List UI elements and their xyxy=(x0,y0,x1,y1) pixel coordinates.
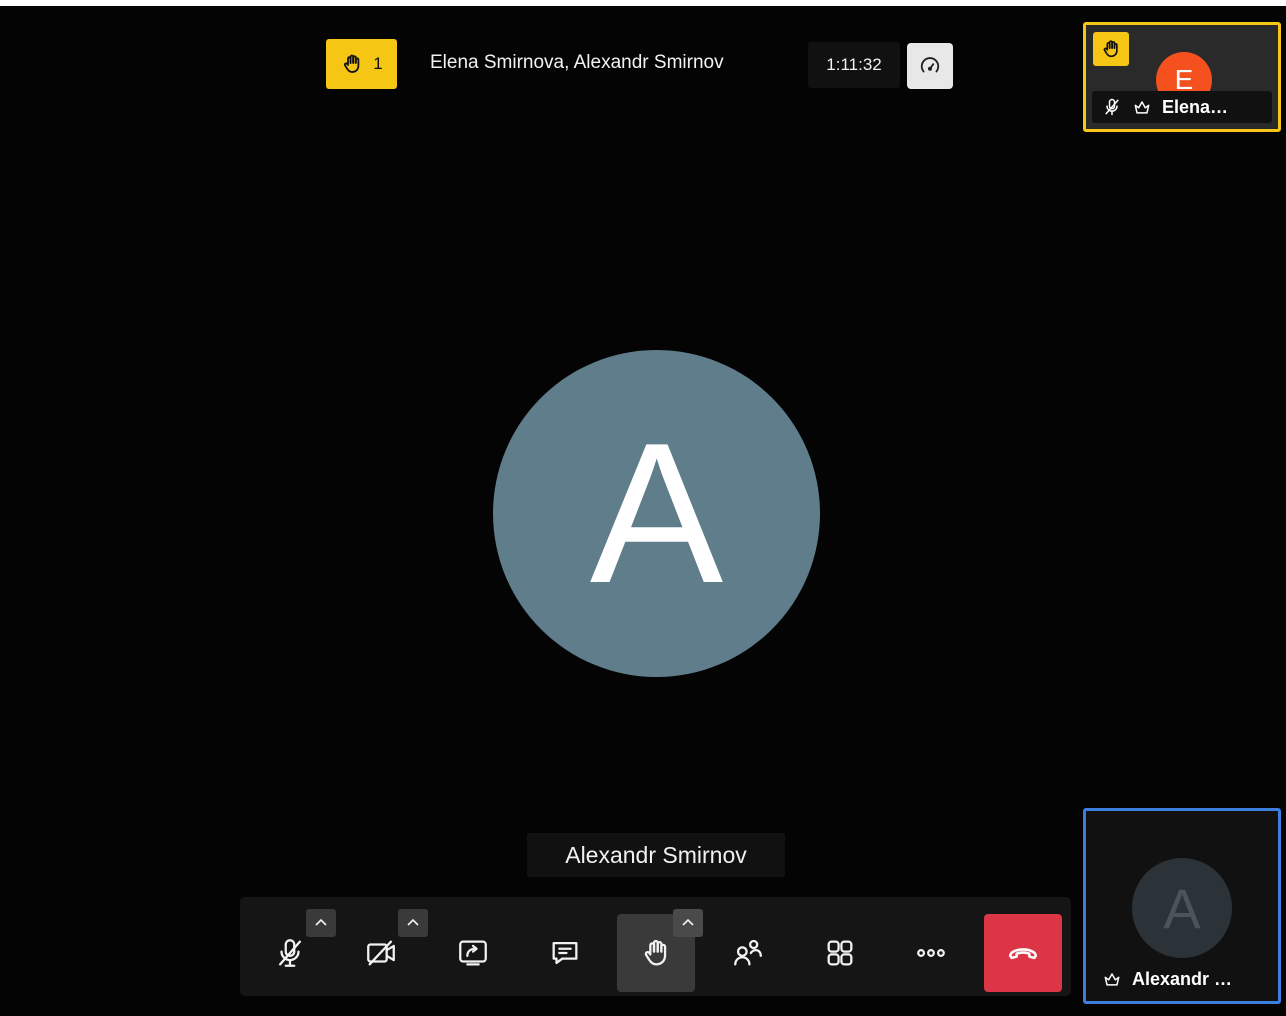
tile-view-button[interactable] xyxy=(801,914,879,992)
participant-name: Alexandr … xyxy=(1132,968,1233,989)
chat-icon xyxy=(552,941,578,965)
participants-icon xyxy=(734,939,762,966)
conference-title: Elena Smirnova, Alexandr Smirnov xyxy=(430,52,724,73)
participants-button[interactable] xyxy=(709,914,787,992)
microphone-muted-icon xyxy=(1105,98,1119,116)
microphone-muted-icon xyxy=(278,939,302,967)
chevron-up-icon xyxy=(315,918,327,926)
camera-off-icon xyxy=(367,940,395,966)
raise-hand-icon xyxy=(644,939,667,966)
performance-gauge-icon xyxy=(920,57,940,73)
audio-settings-caret[interactable] xyxy=(306,909,336,937)
participant-avatar: A xyxy=(1132,858,1232,958)
raised-hand-icon xyxy=(344,54,360,73)
participant-tile-alexandr[interactable]: A Alexandr … xyxy=(1083,808,1281,1004)
dominant-speaker-name: Alexandr Smirnov xyxy=(527,833,785,877)
main-speaker-avatar: A xyxy=(493,350,820,677)
participant-name-label: Elena… xyxy=(1092,91,1272,123)
more-options-button[interactable] xyxy=(892,914,970,992)
video-settings-caret[interactable] xyxy=(398,909,428,937)
share-screen-icon xyxy=(459,940,487,966)
chevron-up-icon xyxy=(682,918,694,926)
reactions-caret[interactable] xyxy=(673,909,703,937)
raised-hand-icon xyxy=(1103,40,1118,58)
conference-timer: 1:11:32 xyxy=(808,42,900,88)
tile-view-icon xyxy=(827,940,853,966)
moderator-crown-icon xyxy=(1104,973,1120,986)
raised-hands-indicator[interactable]: 1 xyxy=(326,39,397,89)
conference-toolbar xyxy=(240,897,1071,996)
participant-name: Elena… xyxy=(1162,96,1229,117)
hang-up-icon xyxy=(1008,948,1038,960)
participant-tile-elena[interactable]: E Elena… xyxy=(1083,22,1281,132)
raised-hands-count: 1 xyxy=(373,54,383,73)
hang-up-button[interactable] xyxy=(984,914,1062,992)
tile-raised-hand-badge xyxy=(1093,32,1129,66)
more-options-icon xyxy=(917,949,945,957)
chevron-up-icon xyxy=(407,918,419,926)
share-screen-button[interactable] xyxy=(434,914,512,992)
performance-settings-button[interactable] xyxy=(907,43,953,89)
chat-button[interactable] xyxy=(526,914,604,992)
participant-name-label: Alexandr … xyxy=(1092,963,1272,995)
conference-stage: 1 Elena Smirnova, Alexandr Smirnov 1:11:… xyxy=(0,6,1286,1016)
moderator-crown-icon xyxy=(1134,101,1150,114)
